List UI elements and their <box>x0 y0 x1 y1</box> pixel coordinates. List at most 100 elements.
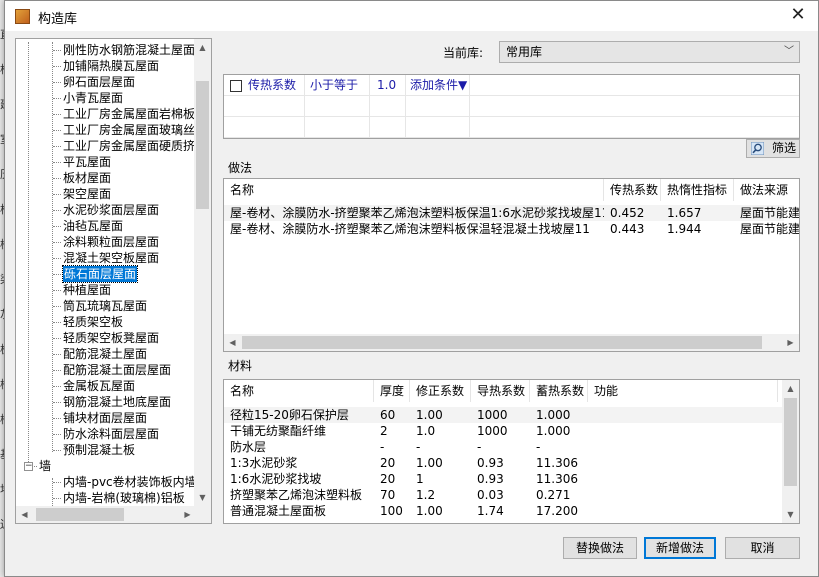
column-header[interactable]: 传热系数 <box>604 179 661 201</box>
add-condition-dropdown[interactable]: 添加条件▼ <box>410 75 467 96</box>
tree-item[interactable]: 轻质架空板 <box>63 314 123 330</box>
table-cell: 1.00 <box>416 504 443 518</box>
tree-item[interactable]: 内墙-岩棉(玻璃棉)铝板 <box>63 490 185 506</box>
condition-operator[interactable]: 小于等于 <box>310 75 358 96</box>
table-cell: 屋面节能建 <box>740 206 800 220</box>
tree-item[interactable]: 种植屋面 <box>63 282 111 298</box>
table-row[interactable]: 径粒15-20卵石保护层 60 1.00 1000 1.000 <box>224 407 784 423</box>
tree-item[interactable]: 铺块材面层屋面 <box>63 410 147 426</box>
table-row[interactable]: 防水层 - - - - <box>224 439 784 455</box>
scroll-thumb[interactable] <box>196 81 209 209</box>
methods-table[interactable]: 名称 传热系数 热惰性指标 做法来源 屋-卷材、涂膜防水-挤塑聚苯乙烯泡沫塑料板保温1… <box>223 178 800 352</box>
tree-item[interactable]: 卵石面层屋面 <box>63 74 135 90</box>
tree-vertical-scrollbar[interactable]: ▲ ▼ <box>194 39 211 506</box>
scroll-right-arrow-icon[interactable]: ▶ <box>782 334 799 351</box>
condition-field[interactable]: 传热系数 <box>248 75 296 96</box>
construction-tree[interactable]: 刚性防水钢筋混凝土屋面 加铺隔热膜瓦屋面 卵石面层屋面 小青瓦屋面 工业厂房金属屋面岩棉… <box>15 38 212 524</box>
condition-checkbox[interactable] <box>230 80 242 92</box>
filter-button-label: 筛选 <box>771 141 796 155</box>
table-cell: 20 <box>380 472 396 486</box>
tree-item[interactable]: 墙 <box>39 458 51 474</box>
tree-item[interactable]: 轻质架空板凳屋面 <box>63 330 159 346</box>
scroll-thumb[interactable] <box>784 398 797 486</box>
materials-table[interactable]: 名称 厚度 修正系数 导热系数 蓄热系数 功能 径粒15-20卵石保护层 60 1.00 100… <box>223 379 800 524</box>
tree-item[interactable]: 防水涂料面层屋面 <box>63 426 159 442</box>
tree-horizontal-scrollbar[interactable]: ◀ ▶ <box>16 506 196 523</box>
table-cell: 普通混凝土屋面板 <box>230 504 327 518</box>
tree-item[interactable]: 架空屋面 <box>63 186 111 202</box>
tree-item[interactable]: 油毡瓦屋面 <box>63 218 123 234</box>
cancel-button[interactable]: 取消 <box>725 537 800 559</box>
tree-item[interactable]: 工业厂房金属屋面硬质挤 <box>63 138 194 154</box>
tree-item[interactable]: 刚性防水钢筋混凝土屋面 <box>63 42 194 58</box>
filter-button[interactable]: 筛选 <box>746 139 800 158</box>
tree-item[interactable]: 钢筋混凝土地底屋面 <box>63 394 171 410</box>
scroll-thumb[interactable] <box>242 336 762 349</box>
column-header[interactable]: 蓄热系数 <box>530 380 588 402</box>
tree-item[interactable]: 平瓦屋面 <box>63 154 111 170</box>
tree-content: 刚性防水钢筋混凝土屋面 加铺隔热膜瓦屋面 卵石面层屋面 小青瓦屋面 工业厂房金属屋面岩棉… <box>16 42 194 506</box>
table-cell <box>588 439 778 455</box>
tree-item-selected[interactable]: 砾石面层屋面 <box>61 265 139 283</box>
table-row[interactable]: 1:3水泥砂浆 20 1.00 0.93 11.306 <box>224 455 784 471</box>
table-cell: 11.306 <box>536 472 578 486</box>
column-header[interactable]: 热惰性指标 <box>661 179 734 201</box>
table-row[interactable]: 屋-卷材、涂膜防水-挤塑聚苯乙烯泡沫塑料板保温1:6水泥砂浆找坡屋11 0.452… <box>224 205 799 221</box>
tree-item[interactable]: 预制混凝土板 <box>63 442 135 458</box>
column-header[interactable]: 功能 <box>588 380 778 402</box>
filter-condition-grid[interactable]: 传热系数 小于等于 1.0 添加条件▼ <box>223 74 800 139</box>
tree-item[interactable]: 工业厂房金属屋面玻璃丝 <box>63 122 194 138</box>
tree-item[interactable]: 金属板瓦屋面 <box>63 378 135 394</box>
tree-connector <box>53 178 61 179</box>
tree-connector <box>53 418 61 419</box>
column-header[interactable]: 名称 <box>224 380 374 402</box>
table-row[interactable]: 干铺无纺聚酯纤维 2 1.0 1000 1.000 <box>224 423 784 439</box>
table-cell: 1000 <box>477 424 508 438</box>
add-method-button[interactable]: 新增做法 <box>644 537 716 559</box>
tree-connector <box>53 370 61 371</box>
scroll-down-arrow-icon[interactable]: ▼ <box>194 489 211 506</box>
tree-collapse-toggle[interactable]: − <box>24 462 33 471</box>
scroll-left-arrow-icon[interactable]: ◀ <box>224 334 241 351</box>
tree-item[interactable]: 工业厂房金属屋面岩棉板 <box>63 106 194 122</box>
tree-item[interactable]: 加铺隔热膜瓦屋面 <box>63 58 159 74</box>
table-cell: 1:6水泥砂浆找坡 <box>230 472 322 486</box>
table-row[interactable]: 普通混凝土屋面板 100 1.00 1.74 17.200 <box>224 503 784 519</box>
scroll-down-arrow-icon[interactable]: ▼ <box>782 506 799 523</box>
column-header[interactable]: 厚度 <box>374 380 410 402</box>
table-cell: 1 <box>416 472 424 486</box>
scroll-up-arrow-icon[interactable]: ▲ <box>194 39 211 56</box>
column-header[interactable]: 名称 <box>224 179 604 201</box>
column-header[interactable]: 做法来源 <box>734 179 799 201</box>
scroll-up-arrow-icon[interactable]: ▲ <box>782 380 799 397</box>
tree-item[interactable]: 混凝土架空板屋面 <box>63 250 159 266</box>
tree-connector <box>53 306 61 307</box>
tree-item[interactable]: 配筋混凝土屋面 <box>63 346 147 362</box>
table-row[interactable]: 屋-卷材、涂膜防水-挤塑聚苯乙烯泡沫塑料板保温轻混凝土找坡屋11 0.443 1.9… <box>224 221 799 237</box>
tree-item[interactable]: 涂料颗粒面层屋面 <box>63 234 159 250</box>
tree-item[interactable]: 筒瓦琉璃瓦屋面 <box>63 298 147 314</box>
table-row[interactable]: 1:6水泥砂浆找坡 20 1 0.93 11.306 <box>224 471 784 487</box>
tree-guide-line <box>28 42 29 464</box>
library-select[interactable]: 常用库 ﹀ <box>499 41 800 63</box>
table-cell: 1.74 <box>477 504 504 518</box>
close-icon[interactable]: ✕ <box>786 4 810 28</box>
tree-item[interactable]: 内墙-pvc卷材装饰板内墙 <box>63 474 194 490</box>
column-header[interactable]: 导热系数 <box>471 380 530 402</box>
tree-item[interactable]: 小青瓦屋面 <box>63 90 123 106</box>
table-cell <box>588 503 778 519</box>
condition-value[interactable]: 1.0 <box>377 75 396 96</box>
tree-item[interactable]: 配筋混凝土面层屋面 <box>63 362 171 378</box>
table-cell <box>588 455 778 471</box>
scroll-thumb[interactable] <box>36 508 124 521</box>
table-row[interactable]: 挤塑聚苯乙烯泡沫塑料板 70 1.2 0.03 0.271 <box>224 487 784 503</box>
tree-item[interactable]: 板材屋面 <box>63 170 111 186</box>
methods-horizontal-scrollbar[interactable]: ◀ ▶ <box>224 334 799 351</box>
materials-vertical-scrollbar[interactable]: ▲ ▼ <box>782 380 799 523</box>
column-header[interactable]: 修正系数 <box>410 380 471 402</box>
tree-connector <box>53 498 61 499</box>
replace-method-button[interactable]: 替换做法 <box>563 537 637 559</box>
tree-item[interactable]: 水泥砂浆面层屋面 <box>63 202 159 218</box>
scroll-left-arrow-icon[interactable]: ◀ <box>16 506 33 523</box>
tree-connector <box>53 146 61 147</box>
